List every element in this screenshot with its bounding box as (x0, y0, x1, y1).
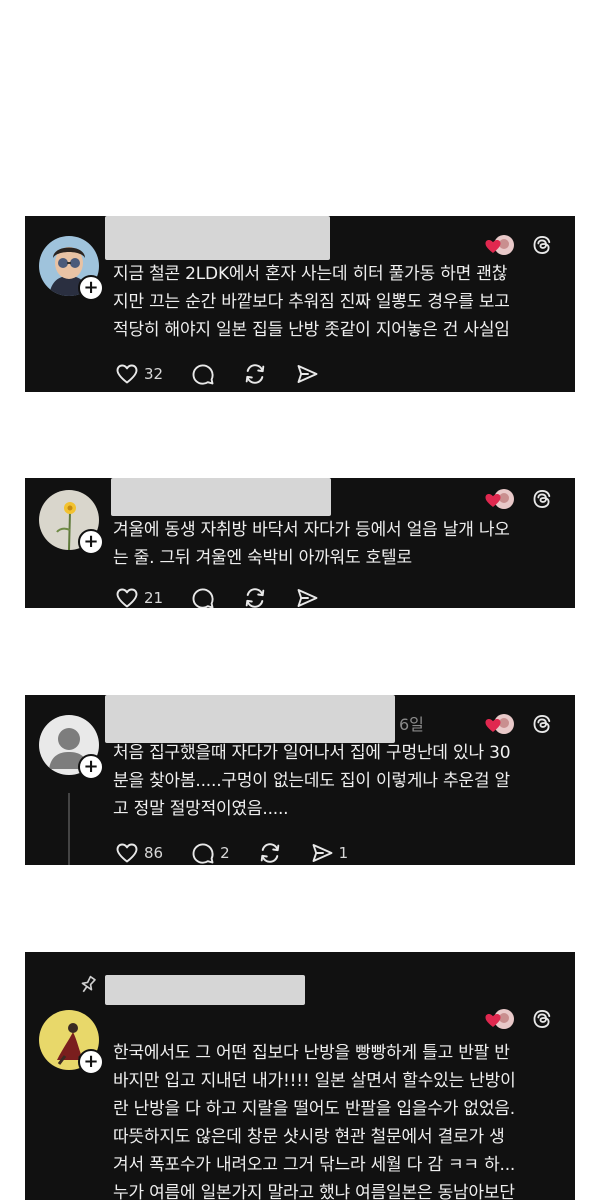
redacted-username (105, 695, 395, 743)
post-card[interactable]: + 겨울에 동생 자취방 바닥서 자다가 등에서 얼음 날개 나오 는 줄. 그… (25, 478, 575, 608)
action-bar: 32 (115, 360, 347, 388)
threads-logo-icon[interactable] (531, 234, 553, 256)
heart-outline-icon (115, 841, 139, 865)
red-heart-avatar-badge (485, 234, 515, 256)
repost-button[interactable] (258, 841, 282, 865)
threads-logo-icon[interactable] (531, 488, 553, 510)
repost-arrows-icon (243, 362, 267, 386)
like-count: 32 (144, 365, 164, 383)
red-heart-avatar-badge (485, 488, 515, 510)
post-timestamp: 6일 (399, 715, 424, 734)
send-paper-plane-icon (295, 362, 319, 386)
post-text: 처음 집구했을때 자다가 일어나서 집에 구멍난데 있나 30 분을 찾아봄..… (113, 743, 511, 819)
post-text: 겨울에 동생 자취방 바닥서 자다가 등에서 얼음 날개 나오 는 줄. 그뒤 … (113, 520, 510, 568)
speech-bubble-icon (191, 586, 215, 608)
like-count: 86 (144, 844, 164, 862)
speech-bubble-icon (191, 362, 215, 386)
repost-arrows-icon (243, 586, 267, 608)
share-button[interactable] (295, 586, 319, 608)
red-heart-avatar-badge (485, 713, 515, 735)
reply-count: 2 (220, 844, 230, 862)
reply-button[interactable] (191, 362, 215, 386)
threads-logo-icon[interactable] (531, 713, 553, 735)
follow-plus-button[interactable]: + (78, 1049, 104, 1075)
redacted-username (105, 216, 330, 260)
threads-logo-icon[interactable] (531, 1008, 553, 1030)
heart-outline-icon (115, 586, 139, 608)
repost-button[interactable] (243, 586, 267, 608)
like-button[interactable]: 86 (115, 841, 163, 865)
redacted-username (111, 478, 331, 516)
post-card[interactable]: + 한국에서도 그 어떤 집보다 난방을 빵빵하게 틀고 반팔 반 바지만 입고… (25, 952, 575, 1200)
send-paper-plane-icon (295, 586, 319, 608)
like-count: 21 (144, 589, 164, 607)
follow-plus-button[interactable]: + (78, 754, 104, 780)
post-card[interactable]: 6일 + 처음 집구했을때 자다가 일어나서 집에 구멍난데 있나 30 분을 … (25, 695, 575, 865)
action-bar: 86 2 1 (115, 839, 376, 865)
post-text: 지금 철콘 2LDK에서 혼자 사는데 히터 풀가동 하면 괜찮 지만 끄는 순… (113, 264, 510, 340)
post-text: 한국에서도 그 어떤 집보다 난방을 빵빵하게 틀고 반팔 반 바지만 입고 지… (113, 1043, 516, 1200)
follow-plus-button[interactable]: + (78, 529, 104, 555)
follow-plus-button[interactable]: + (78, 275, 104, 301)
reply-button[interactable] (191, 586, 215, 608)
repost-button[interactable] (243, 362, 267, 386)
reply-button[interactable]: 2 (191, 841, 230, 865)
speech-bubble-icon (191, 841, 215, 865)
pin-icon (77, 974, 99, 1000)
send-paper-plane-icon (310, 841, 334, 865)
red-heart-avatar-badge (485, 1008, 515, 1030)
like-button[interactable]: 21 (115, 586, 163, 608)
share-button[interactable]: 1 (310, 841, 349, 865)
action-bar: 21 (115, 584, 347, 608)
share-count: 1 (338, 844, 349, 862)
like-button[interactable]: 32 (115, 362, 163, 386)
share-button[interactable] (295, 362, 319, 386)
post-card[interactable]: + 지금 철콘 2LDK에서 혼자 사는데 히터 풀가동 하면 괜찮 지만 끄는… (25, 216, 575, 392)
redacted-username (105, 975, 305, 1005)
thread-connector-line (68, 793, 70, 865)
heart-outline-icon (115, 362, 139, 386)
repost-arrows-icon (258, 841, 282, 865)
